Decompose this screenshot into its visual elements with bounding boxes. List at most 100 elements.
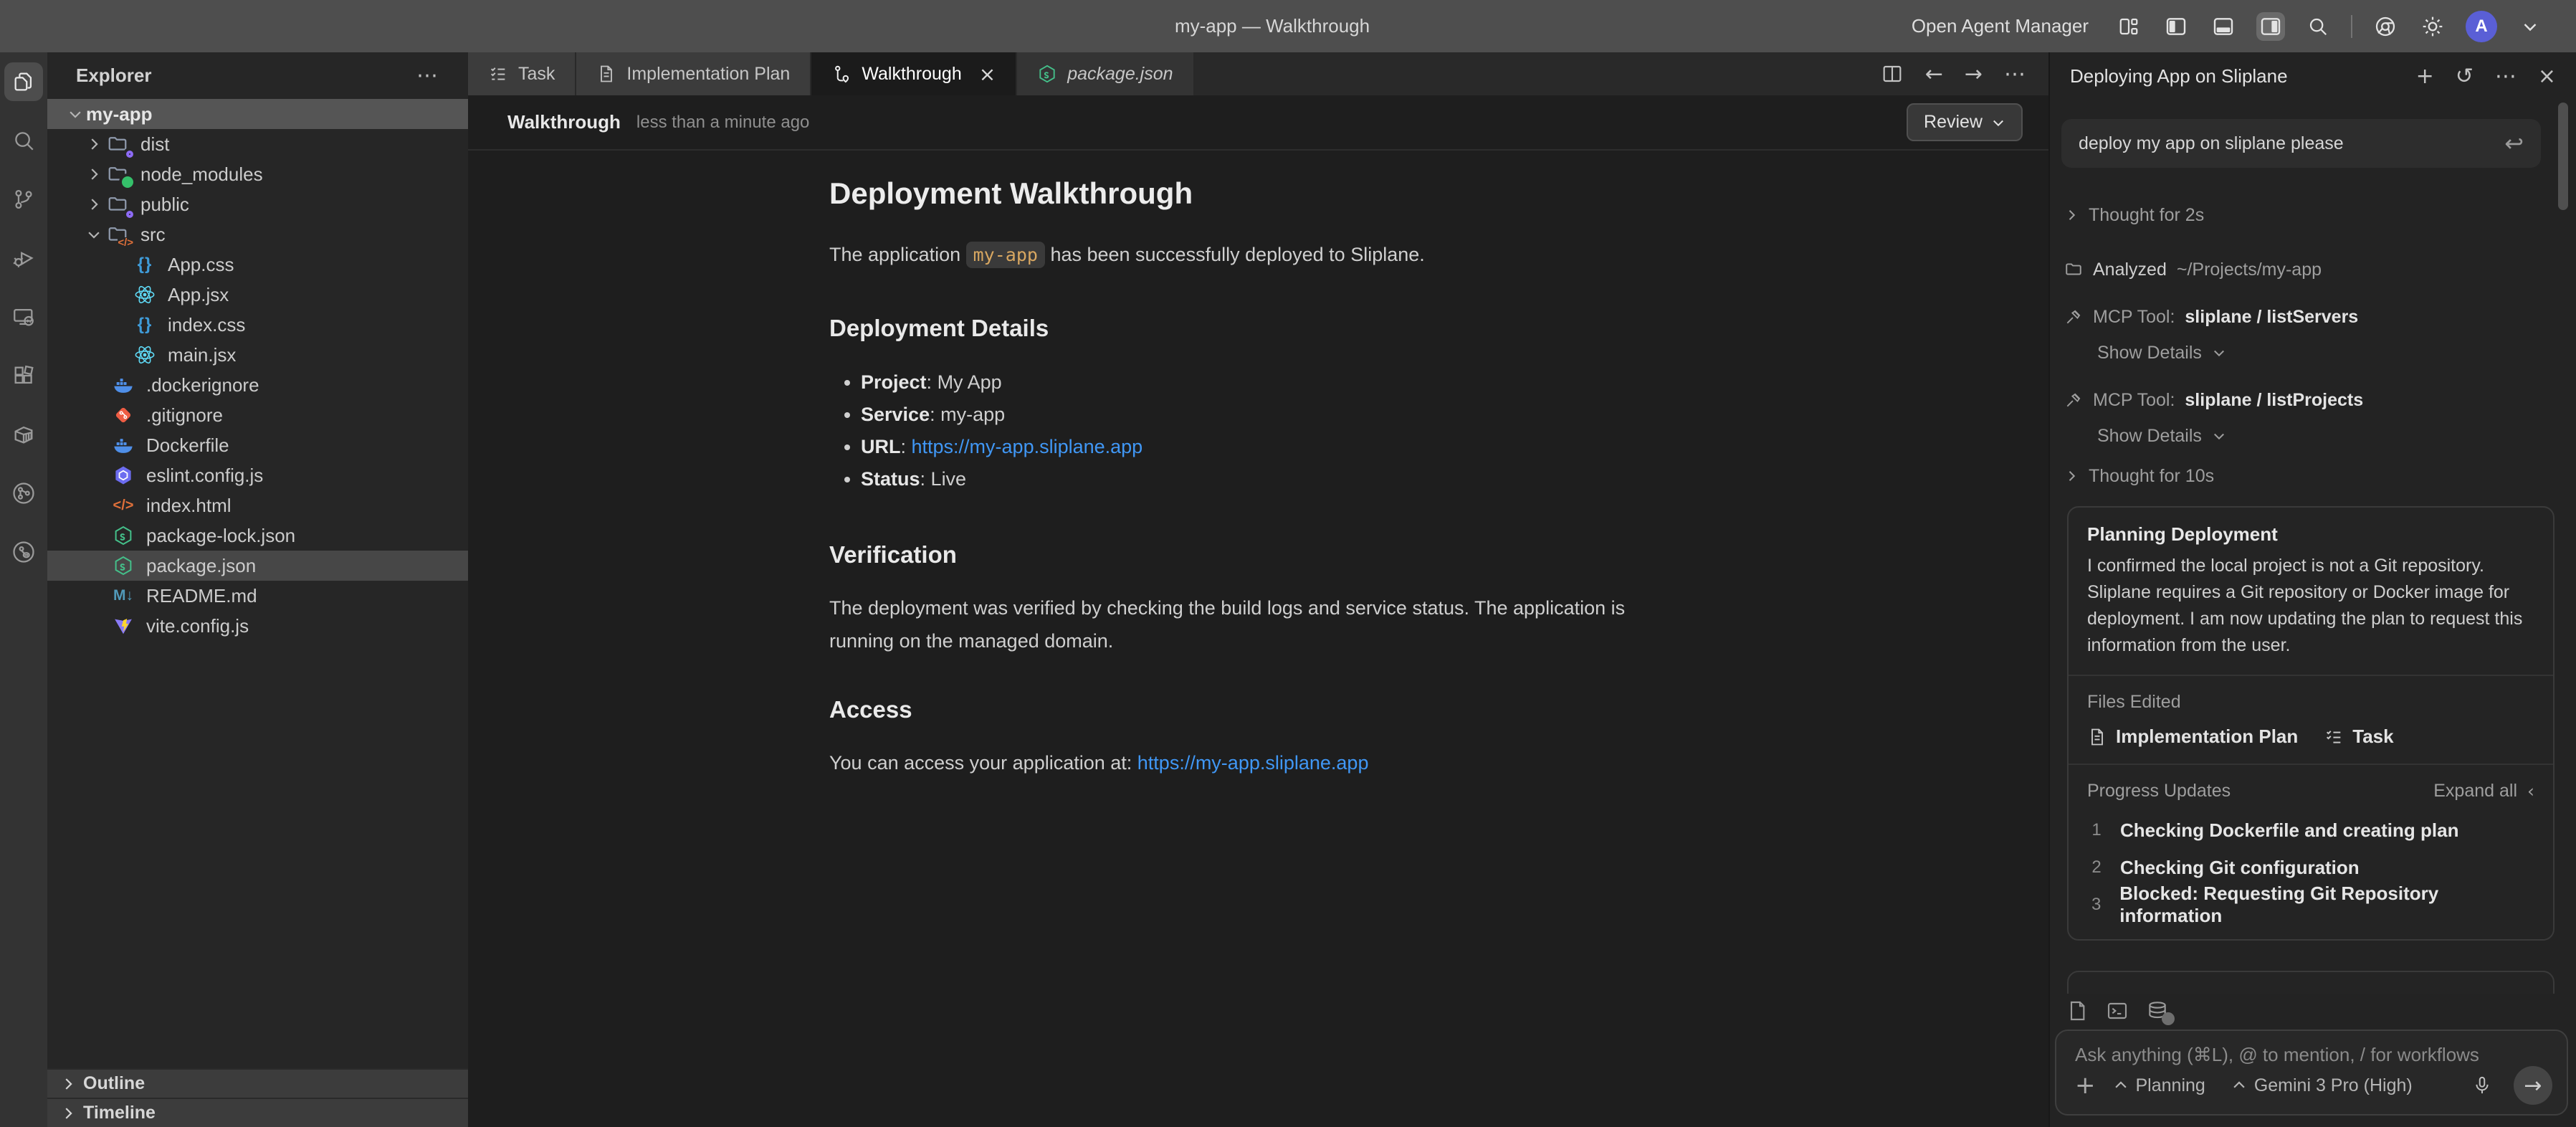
tree-item-my-app[interactable]: my-app: [47, 99, 468, 129]
edited-file-implementation-plan[interactable]: Implementation Plan: [2087, 726, 2298, 748]
editor-more-icon[interactable]: ⋯: [2004, 62, 2026, 87]
settings-gear-icon[interactable]: [2418, 12, 2447, 41]
tree-item-readme[interactable]: M↓ README.md: [47, 581, 468, 611]
microphone-icon[interactable]: [2472, 1075, 2492, 1095]
account-chevron-down-icon[interactable]: [2516, 12, 2544, 41]
explorer-more-icon[interactable]: ⋯: [416, 63, 439, 88]
tree-item-dist[interactable]: dist: [47, 129, 468, 159]
tree-item-public[interactable]: public: [47, 189, 468, 219]
model-selector[interactable]: Gemini 3 Pro (High): [2231, 1075, 2413, 1096]
agent-input-area: Ask anything (⌘L), @ to mention, / for w…: [2050, 994, 2576, 1127]
tree-item-index-css[interactable]: {} index.css: [47, 310, 468, 340]
tab-walkthrough[interactable]: Walkthrough ×: [811, 52, 1016, 95]
tree-item-package-json[interactable]: package.json: [47, 551, 468, 581]
inline-code: my-app: [966, 242, 1045, 268]
tree-item-dockerfile[interactable]: Dockerfile: [47, 430, 468, 460]
edited-file-task[interactable]: Task: [2324, 726, 2393, 748]
chevron-right-icon: [2064, 469, 2079, 483]
file-tree: my-app dist node_modules public </> s: [47, 99, 468, 641]
containers-icon[interactable]: [4, 415, 43, 454]
access-url-link[interactable]: https://my-app.sliplane.app: [1137, 752, 1369, 774]
review-button[interactable]: Review: [1907, 103, 2023, 141]
expand-all-button[interactable]: Expand all ‹: [2433, 781, 2534, 802]
css-file-icon: {}: [132, 315, 158, 335]
deployment-url-link[interactable]: https://my-app.sliplane.app: [912, 436, 1143, 457]
tree-item-dockerignore[interactable]: .dockerignore: [47, 370, 468, 400]
folder-icon: [105, 133, 130, 155]
close-tab-icon[interactable]: ×: [979, 62, 996, 86]
close-panel-icon[interactable]: ×: [2538, 64, 2556, 89]
open-agent-manager-button[interactable]: Open Agent Manager: [1912, 15, 2089, 37]
send-button[interactable]: →: [2514, 1066, 2552, 1105]
history-icon[interactable]: ↺: [2456, 64, 2474, 89]
tree-item-vite-config[interactable]: vite.config.js: [47, 611, 468, 641]
restore-checkpoint-icon[interactable]: ↩: [2504, 130, 2524, 157]
tree-item-index-html[interactable]: </> index.html: [47, 490, 468, 520]
mode-selector[interactable]: Planning: [2113, 1075, 2205, 1096]
extensions-icon[interactable]: [4, 356, 43, 395]
folder-badge: [126, 151, 133, 158]
user-avatar[interactable]: A: [2466, 11, 2497, 42]
react-file-icon: [132, 283, 158, 306]
chat-input-placeholder[interactable]: Ask anything (⌘L), @ to mention, / for w…: [2075, 1044, 2552, 1066]
search-sidebar-icon[interactable]: [4, 121, 43, 160]
new-chat-icon[interactable]: +: [2416, 64, 2434, 89]
html-file-icon: </>: [110, 498, 136, 514]
tab-task[interactable]: Task: [468, 52, 575, 95]
editor-area: Task Implementation Plan Walkthrough × p…: [468, 52, 2050, 1127]
split-editor-icon[interactable]: [1881, 62, 1904, 85]
tree-item-eslint-config[interactable]: eslint.config.js: [47, 460, 468, 490]
progress-item-1[interactable]: 1 Checking Dockerfile and creating plan: [2087, 812, 2534, 849]
thought-row-1[interactable]: Thought for 2s: [2050, 201, 2576, 229]
explorer-header: Explorer ⋯: [47, 52, 468, 99]
react-file-icon: [132, 343, 158, 366]
timeline-section[interactable]: Timeline: [47, 1098, 468, 1127]
agent-tools-icon[interactable]: [4, 533, 43, 571]
show-details-toggle-1[interactable]: Show Details: [2050, 338, 2576, 367]
navigate-forward-icon[interactable]: →: [1965, 62, 1983, 87]
navigate-back-icon[interactable]: ←: [1925, 62, 1943, 87]
toggle-bottom-panel-icon[interactable]: [2209, 12, 2238, 41]
toggle-left-panel-icon[interactable]: [2162, 12, 2190, 41]
add-context-icon[interactable]: +: [2075, 1071, 2096, 1100]
verification-paragraph: The deployment was verified by checking …: [829, 591, 1675, 657]
toggle-right-panel-icon[interactable]: [2256, 12, 2285, 41]
remote-explorer-icon[interactable]: [4, 298, 43, 336]
tree-item-gitignore[interactable]: .gitignore: [47, 400, 468, 430]
analyzed-row[interactable]: Analyzed ~/Projects/my-app: [2050, 255, 2576, 284]
search-icon[interactable]: [2304, 12, 2332, 41]
explorer-icon[interactable]: [4, 62, 43, 101]
browser-icon[interactable]: [2371, 12, 2400, 41]
chat-input-box[interactable]: Ask anything (⌘L), @ to mention, / for w…: [2055, 1029, 2568, 1116]
terminal-icon[interactable]: [2106, 999, 2129, 1022]
tree-item-main-jsx[interactable]: main.jsx: [47, 340, 468, 370]
thought-row-2[interactable]: Thought for 10s: [2050, 462, 2576, 490]
mcp-tool-row-1[interactable]: MCP Tool: sliplane / listServers: [2050, 303, 2576, 331]
progress-item-3[interactable]: 3 Blocked: Requesting Git Repository inf…: [2087, 886, 2534, 923]
outline-section[interactable]: Outline: [47, 1068, 468, 1098]
show-details-toggle-2[interactable]: Show Details: [2050, 422, 2576, 450]
tab-implementation-plan[interactable]: Implementation Plan: [576, 52, 810, 95]
folder-icon: [2064, 260, 2083, 279]
run-debug-icon[interactable]: [4, 239, 43, 277]
tab-package-json[interactable]: package.json: [1017, 52, 1193, 95]
agent-sessions-icon[interactable]: [4, 474, 43, 513]
tree-item-package-lock[interactable]: package-lock.json: [47, 520, 468, 551]
attach-file-icon[interactable]: [2066, 999, 2089, 1022]
tree-item-app-jsx[interactable]: App.jsx: [47, 280, 468, 310]
chevron-right-icon: [2064, 208, 2079, 222]
details-list: Project: My App Service: my-app URL: htt…: [829, 366, 1675, 495]
tree-item-app-css[interactable]: {} App.css: [47, 249, 468, 280]
walkthrough-icon: [831, 64, 851, 84]
panel-scrollbar[interactable]: [2558, 103, 2568, 210]
layout-grid-icon[interactable]: [2114, 12, 2143, 41]
tree-item-node-modules[interactable]: node_modules: [47, 159, 468, 189]
source-control-icon[interactable]: [4, 180, 43, 219]
server-stack-icon[interactable]: [2146, 999, 2169, 1022]
tree-item-src[interactable]: </> src: [47, 219, 468, 249]
mcp-tool-row-2[interactable]: MCP Tool: sliplane / listProjects: [2050, 386, 2576, 414]
chevron-right-icon: [60, 1105, 76, 1121]
progress-item-2[interactable]: 2 Checking Git configuration: [2087, 849, 2534, 886]
explorer-title: Explorer: [76, 65, 152, 87]
panel-more-icon[interactable]: ⋯: [2495, 64, 2517, 89]
